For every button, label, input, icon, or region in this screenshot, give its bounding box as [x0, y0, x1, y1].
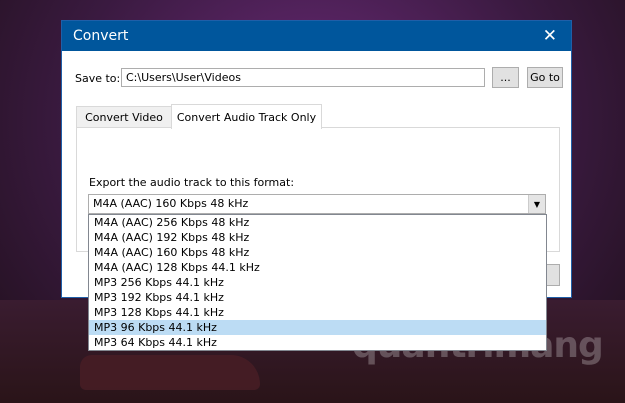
list-item[interactable]: MP3 256 Kbps 44.1 kHz	[89, 275, 546, 290]
window-title: Convert	[73, 28, 129, 44]
format-select-value: M4A (AAC) 160 Kbps 48 kHz	[93, 197, 249, 210]
save-to-label: Save to:	[75, 72, 121, 85]
list-item-highlighted[interactable]: MP3 96 Kbps 44.1 kHz	[89, 320, 546, 335]
title-bar: Convert ✕	[62, 21, 571, 51]
list-item[interactable]: MP3 64 Kbps 44.1 kHz	[89, 335, 546, 350]
export-format-label: Export the audio track to this format:	[89, 176, 295, 189]
background-car	[80, 355, 260, 390]
list-item[interactable]: MP3 192 Kbps 44.1 kHz	[89, 290, 546, 305]
list-item[interactable]: MP3 128 Kbps 44.1 kHz	[89, 305, 546, 320]
go-to-button[interactable]: Go to	[527, 67, 563, 88]
list-item[interactable]: M4A (AAC) 256 Kbps 48 kHz	[89, 215, 546, 230]
tab-convert-audio-track-only[interactable]: Convert Audio Track Only	[171, 104, 322, 129]
list-item[interactable]: M4A (AAC) 128 Kbps 44.1 kHz	[89, 260, 546, 275]
format-dropdown-list: M4A (AAC) 256 Kbps 48 kHz M4A (AAC) 192 …	[88, 214, 547, 351]
tab-convert-video[interactable]: Convert Video	[76, 106, 172, 128]
list-item[interactable]: M4A (AAC) 192 Kbps 48 kHz	[89, 230, 546, 245]
chevron-down-icon[interactable]: ▼	[528, 195, 545, 213]
close-icon[interactable]: ✕	[543, 26, 557, 46]
browse-button[interactable]: ...	[492, 67, 519, 88]
list-item[interactable]: M4A (AAC) 160 Kbps 48 kHz	[89, 245, 546, 260]
format-select[interactable]: M4A (AAC) 160 Kbps 48 kHz ▼	[88, 194, 546, 214]
save-to-input[interactable]: C:\Users\User\Videos	[121, 68, 485, 87]
